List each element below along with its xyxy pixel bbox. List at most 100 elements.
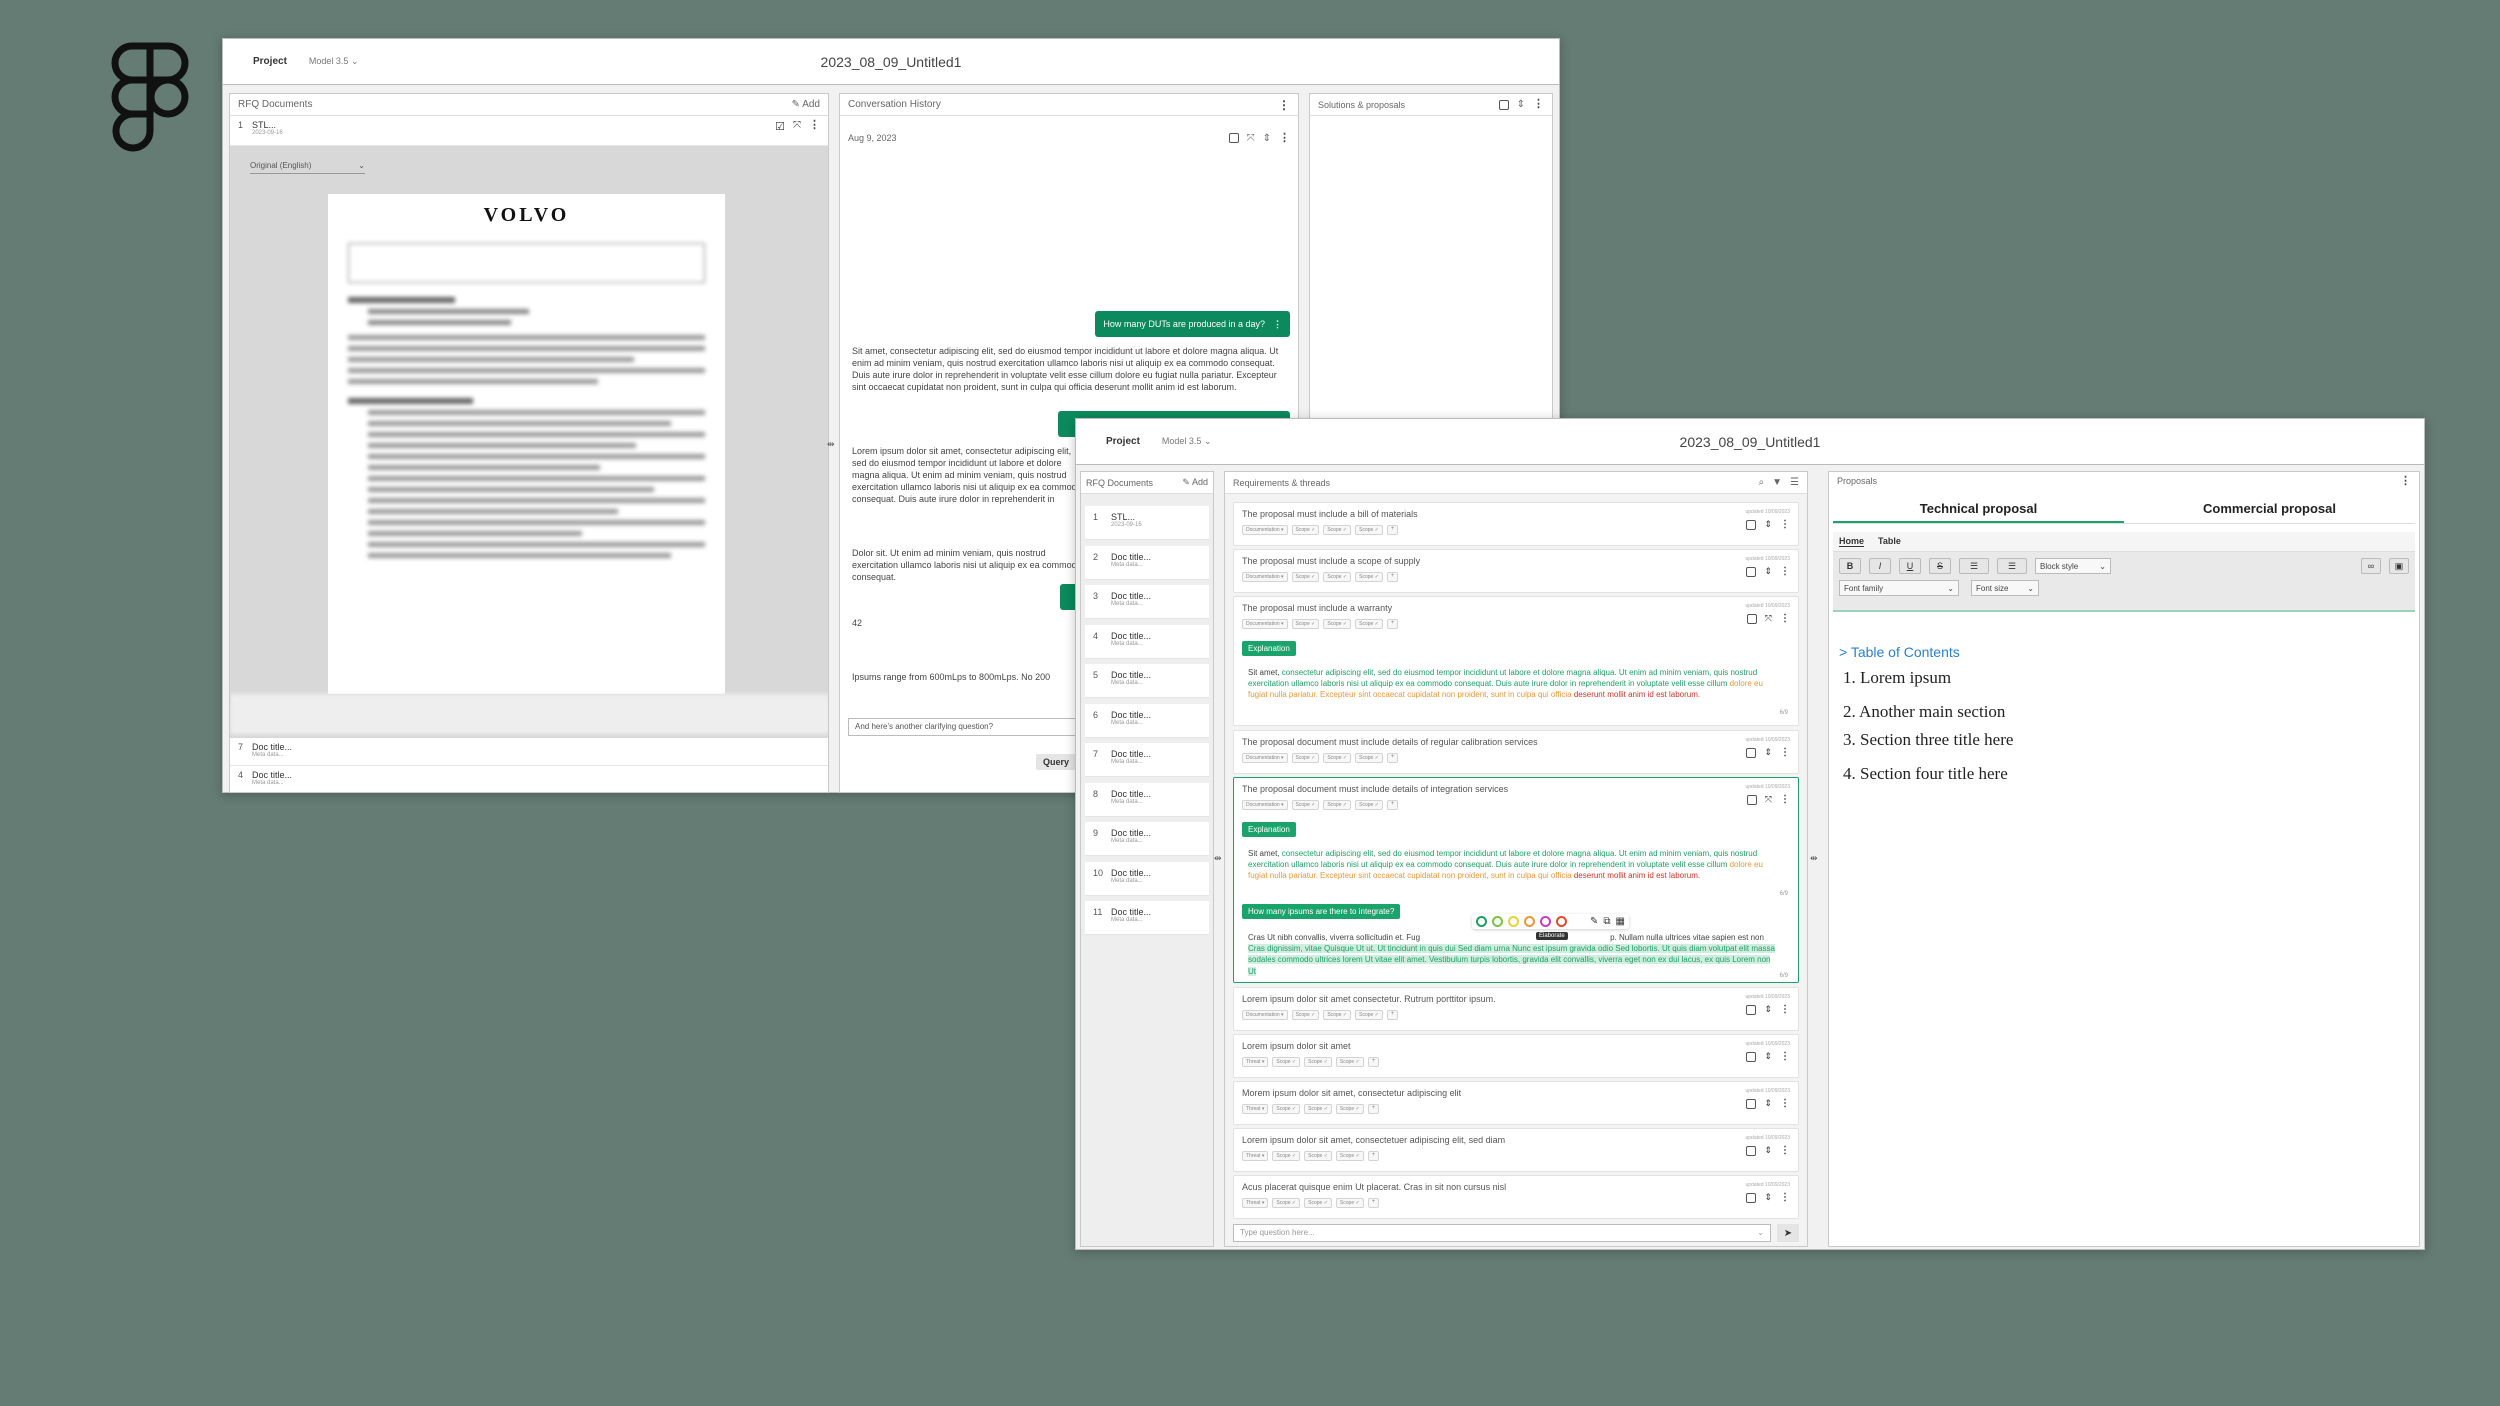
toc-item[interactable]: 3. Section three title here — [1843, 730, 2013, 750]
add-document-button[interactable]: ✎ Add — [792, 99, 820, 110]
document-item[interactable]: 6 Doc title... Meta data... — [1085, 703, 1209, 738]
more-icon[interactable]: ⋮ — [1780, 1145, 1790, 1156]
question-input[interactable]: Type question here... ⌄ — [1233, 1224, 1771, 1242]
more-icon[interactable]: ⋮ — [1780, 1051, 1790, 1062]
more-icon[interactable]: ⋮ — [1780, 1098, 1790, 1109]
requirement-item[interactable]: The proposal must include a bill of mate… — [1233, 502, 1799, 546]
more-icon[interactable]: ⋮ — [1780, 519, 1790, 530]
checkbox[interactable] — [1746, 747, 1757, 758]
block-style-select[interactable]: Block style ⌄ — [2035, 558, 2111, 574]
requirement-item[interactable]: The proposal must include a scope of sup… — [1233, 549, 1799, 593]
toc-item[interactable]: 2. Another main section — [1843, 702, 2005, 722]
thread-question-bubble[interactable]: How many ipsums are there to integrate? — [1242, 904, 1401, 919]
question-input[interactable]: And here's another clarifying question? — [848, 718, 1078, 736]
requirement-item[interactable]: The proposal document must include detai… — [1233, 777, 1799, 983]
grid-icon[interactable]: ▦ — [1616, 916, 1625, 927]
link-icon[interactable]: ∞ — [2361, 558, 2381, 574]
italic-button[interactable]: I — [1869, 558, 1891, 574]
requirement-item[interactable]: Lorem ipsum dolor sit amet consectetur. … — [1233, 987, 1799, 1031]
scope-chip[interactable]: Scope ✓ — [1335, 1151, 1364, 1161]
add-chip-button[interactable]: + — [1386, 800, 1399, 810]
threat-chip[interactable]: Threat ▾ — [1242, 1104, 1269, 1114]
requirement-item[interactable]: Lorem ipsum dolor sit amet, consectetuer… — [1233, 1128, 1799, 1172]
bullet-list-icon[interactable]: ☰ — [1959, 558, 1989, 574]
scope-chip[interactable]: Scope ✓ — [1323, 525, 1352, 535]
toc-item[interactable]: 4. Section four title here — [1843, 764, 2008, 784]
documentation-chip[interactable]: Documentation ▾ — [1242, 619, 1288, 629]
more-icon[interactable]: ⋮ — [1780, 1004, 1790, 1015]
pencil-icon[interactable]: ✎ — [1590, 916, 1598, 927]
scope-chip[interactable]: Scope ✓ — [1291, 572, 1320, 582]
scope-chip[interactable]: Scope ✓ — [1304, 1198, 1332, 1208]
scope-chip[interactable]: Scope ✓ — [1335, 1198, 1364, 1208]
copy-icon[interactable]: ⧉ — [1603, 916, 1610, 927]
scope-chip[interactable]: Scope ✓ — [1335, 1057, 1364, 1067]
stepper-icon[interactable]: ⇕ — [1764, 747, 1772, 758]
scope-chip[interactable]: Scope ✓ — [1323, 1010, 1352, 1020]
add-chip-button[interactable]: + — [1367, 1057, 1380, 1067]
scope-chip[interactable]: Scope ✓ — [1323, 619, 1352, 629]
resize-handle[interactable]: ⇹ — [1214, 853, 1222, 864]
checkbox[interactable] — [1746, 794, 1757, 805]
scope-chip[interactable]: Scope ✓ — [1323, 753, 1352, 763]
model-select[interactable]: Model 3.5 ⌄ — [1162, 436, 1212, 447]
filter-icon[interactable]: ▼ — [1772, 477, 1782, 488]
document-item[interactable]: 5 Doc title... Meta data... — [1085, 664, 1209, 698]
document-item[interactable]: 10 Doc title... Meta data... — [1085, 861, 1209, 896]
scope-chip[interactable]: Scope ✓ — [1291, 1010, 1320, 1020]
checkbox[interactable] — [1746, 1051, 1757, 1062]
scope-chip[interactable]: Scope ✓ — [1304, 1104, 1332, 1114]
numbered-list-icon[interactable]: ☰ — [1997, 558, 2027, 574]
scope-chip[interactable]: Scope ✓ — [1355, 753, 1383, 763]
more-icon[interactable]: ⋮ — [1279, 132, 1290, 144]
scope-chip[interactable]: Scope ✓ — [1272, 1151, 1301, 1161]
resize-handle[interactable]: ⇹ — [827, 439, 835, 450]
more-icon[interactable]: ⋮ — [1780, 747, 1790, 758]
strikethrough-button[interactable]: S — [1929, 558, 1951, 574]
scope-chip[interactable]: Scope ✓ — [1355, 1010, 1383, 1020]
checkbox[interactable] — [1746, 1098, 1757, 1109]
scope-chip[interactable]: Scope ✓ — [1291, 753, 1320, 763]
more-icon[interactable]: ⋮ — [1780, 1192, 1790, 1203]
scope-chip[interactable]: Scope ✓ — [1272, 1198, 1301, 1208]
collapse-icon[interactable]: ⤧ — [1247, 133, 1255, 144]
requirement-item[interactable]: Acus placerat quisque enim Ut placerat. … — [1233, 1175, 1799, 1219]
checkbox[interactable] — [1746, 1145, 1757, 1156]
scope-chip[interactable]: Scope ✓ — [1355, 525, 1383, 535]
add-chip-button[interactable]: + — [1386, 753, 1399, 763]
lime-dot-icon[interactable] — [1492, 916, 1503, 927]
checkbox[interactable] — [1746, 1004, 1757, 1015]
requirement-item[interactable]: The proposal document must include detai… — [1233, 730, 1799, 774]
scope-chip[interactable]: Scope ✓ — [1323, 800, 1352, 810]
more-icon[interactable]: ⋮ — [1780, 566, 1790, 577]
add-chip-button[interactable]: + — [1386, 572, 1399, 582]
scope-chip[interactable]: Scope ✓ — [1355, 800, 1383, 810]
document-item[interactable]: 11 Doc title... Meta data... — [1085, 901, 1209, 935]
document-item[interactable]: 9 Doc title... Meta data... — [1085, 822, 1209, 856]
subtab-home[interactable]: Home — [1839, 536, 1865, 547]
stepper-icon[interactable]: ⇕ — [1764, 1004, 1772, 1015]
more-icon[interactable]: ⋮ — [809, 120, 820, 131]
scope-chip[interactable]: Scope ✓ — [1291, 800, 1320, 810]
stepper-icon[interactable]: ⇕ — [1764, 1192, 1772, 1203]
stepper-icon[interactable]: ⇕ — [1764, 1145, 1772, 1156]
threat-chip[interactable]: Threat ▾ — [1242, 1057, 1269, 1067]
stepper-icon[interactable]: ⇕ — [1764, 519, 1772, 530]
document-item[interactable]: 8 Doc title... Meta data... — [1085, 782, 1209, 817]
tab-commercial-proposal[interactable]: Commercial proposal — [2124, 498, 2415, 523]
explanation-button[interactable]: Explanation — [1242, 822, 1296, 837]
more-icon[interactable]: ⋮ — [1273, 319, 1282, 330]
more-icon[interactable]: ⋮ — [1780, 613, 1790, 624]
documentation-chip[interactable]: Documentation ▾ — [1242, 525, 1288, 535]
document-item[interactable]: 7 Doc title... Meta data... — [1085, 743, 1209, 777]
more-icon[interactable]: ⋮ — [1533, 99, 1544, 110]
search-icon[interactable]: ⌕ — [1759, 477, 1765, 488]
documentation-chip[interactable]: Documentation ▾ — [1242, 572, 1288, 582]
document-item[interactable]: 4 Doc title... Meta data... — [1085, 624, 1209, 659]
threat-chip[interactable]: Threat ▾ — [1242, 1198, 1269, 1208]
add-chip-button[interactable]: + — [1367, 1151, 1380, 1161]
documentation-chip[interactable]: Documentation ▾ — [1242, 753, 1288, 763]
subtab-table[interactable]: Table — [1878, 536, 1901, 547]
font-family-select[interactable]: Font family ⌄ — [1839, 580, 1959, 596]
orange-dot-icon[interactable] — [1524, 916, 1535, 927]
